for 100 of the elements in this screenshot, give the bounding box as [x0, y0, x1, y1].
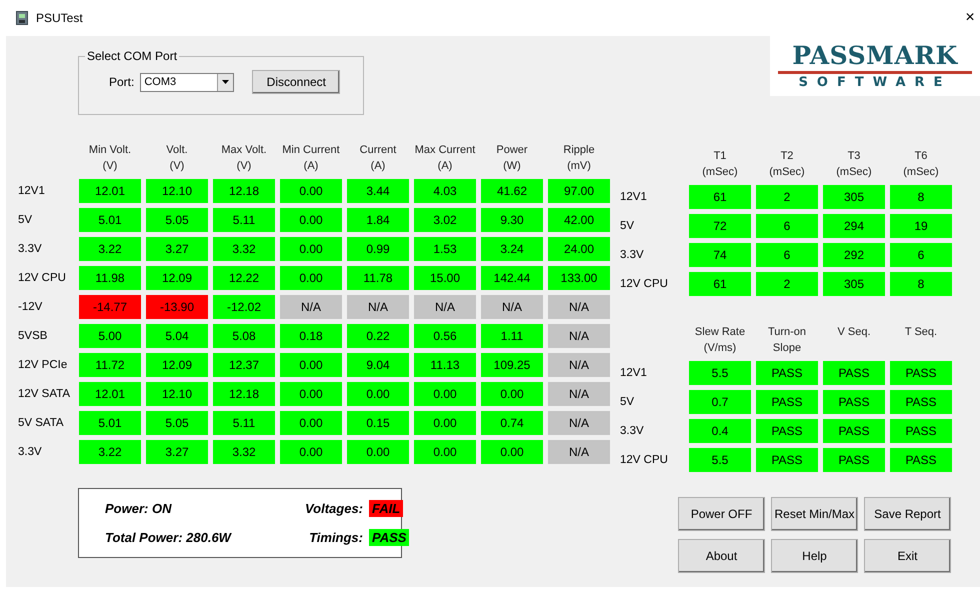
- timing-cell: 6: [890, 243, 952, 267]
- action-button[interactable]: Power OFF: [678, 497, 765, 531]
- timing-cell: 6: [756, 243, 818, 267]
- row-label: 3.3V: [18, 446, 43, 458]
- column-header: T6 (mSec): [903, 149, 939, 180]
- column-header: Current (A): [360, 143, 396, 174]
- reading-cell: 3.32: [213, 440, 275, 464]
- reading-cell: 12.01: [79, 179, 141, 203]
- reading-cell: 9.04: [347, 353, 409, 377]
- reading-cell: 142.44: [481, 266, 543, 290]
- port-label: Port:: [109, 75, 134, 89]
- sequence-cell: PASS: [890, 390, 952, 414]
- sequence-cell: PASS: [823, 448, 885, 472]
- reading-cell: 0.00: [414, 411, 476, 435]
- reading-cell: 11.98: [79, 266, 141, 290]
- reading-cell: 1.11: [481, 324, 543, 348]
- sequence-cell: PASS: [756, 361, 818, 385]
- reading-cell: 0.00: [280, 179, 342, 203]
- dropdown-arrow-icon: [222, 80, 230, 84]
- reading-cell: 3.27: [146, 237, 208, 261]
- action-button[interactable]: Help: [771, 539, 858, 573]
- row-label: 12V1: [620, 191, 648, 203]
- reading-cell: N/A: [280, 295, 342, 319]
- reading-cell: 3.02: [414, 208, 476, 232]
- action-button[interactable]: Exit: [864, 539, 951, 573]
- timing-cell: 294: [823, 214, 885, 238]
- port-dropdown[interactable]: COM3: [140, 72, 234, 92]
- timing-cell: 72: [689, 214, 751, 238]
- timing-cell: 6: [756, 214, 818, 238]
- timing-cell: 8: [890, 185, 952, 209]
- row-label: 5VSB: [18, 330, 48, 342]
- action-button[interactable]: Reset Min/Max: [771, 497, 858, 531]
- column-header: Volt. (V): [166, 143, 188, 174]
- reading-cell: 12.09: [146, 353, 208, 377]
- close-button[interactable]: ×: [960, 9, 980, 27]
- reading-cell: -14.77: [79, 295, 141, 319]
- reading-cell: 5.04: [146, 324, 208, 348]
- reading-cell: 0.15: [347, 411, 409, 435]
- reading-cell: 5.11: [213, 208, 275, 232]
- reading-cell: 1.53: [414, 237, 476, 261]
- group-title: Select COM Port: [86, 49, 178, 63]
- row-label: 3.3V: [620, 249, 645, 261]
- reading-cell: N/A: [548, 440, 610, 464]
- reading-cell: 97.00: [548, 179, 610, 203]
- action-button[interactable]: About: [678, 539, 765, 573]
- reading-cell: 12.22: [213, 266, 275, 290]
- reading-cell: N/A: [548, 411, 610, 435]
- reading-cell: 3.22: [79, 440, 141, 464]
- reading-cell: 0.18: [280, 324, 342, 348]
- reading-cell: 5.08: [213, 324, 275, 348]
- action-button[interactable]: Save Report: [864, 497, 951, 531]
- reading-cell: 11.78: [347, 266, 409, 290]
- reading-cell: 4.03: [414, 179, 476, 203]
- reading-cell: 0.00: [280, 382, 342, 406]
- row-label: 12V CPU: [620, 278, 669, 290]
- row-label: -12V: [18, 301, 44, 313]
- sequence-cell: PASS: [756, 390, 818, 414]
- reading-cell: N/A: [347, 295, 409, 319]
- reading-cell: 24.00: [548, 237, 610, 261]
- timing-cell: 2: [756, 272, 818, 296]
- timing-cell: 2: [756, 185, 818, 209]
- reading-cell: 0.00: [414, 440, 476, 464]
- reading-cell: 42.00: [548, 208, 610, 232]
- row-label: 5V SATA: [18, 417, 65, 429]
- reading-cell: 12.37: [213, 353, 275, 377]
- reading-cell: 0.00: [280, 266, 342, 290]
- reading-cell: 0.00: [481, 440, 543, 464]
- row-label: 12V PCIe: [18, 359, 68, 371]
- timings-label: Timings:: [308, 530, 364, 545]
- column-header: Max Volt. (V): [221, 143, 267, 174]
- reading-cell: 0.00: [481, 382, 543, 406]
- reading-cell: N/A: [548, 353, 610, 377]
- sequence-cell: PASS: [823, 361, 885, 385]
- sequence-cell: PASS: [890, 448, 952, 472]
- row-label: 12V CPU: [620, 454, 669, 466]
- column-header: Power (W): [496, 143, 528, 174]
- column-header: T1 (mSec): [702, 149, 738, 180]
- sequence-cell: 0.4: [689, 419, 751, 443]
- row-label: 5V: [620, 396, 636, 408]
- column-header: Turn-on Slope: [768, 325, 806, 356]
- reading-cell: 12.10: [146, 382, 208, 406]
- reading-cell: 12.10: [146, 179, 208, 203]
- reading-cell: 5.05: [146, 411, 208, 435]
- reading-cell: 1.84: [347, 208, 409, 232]
- reading-cell: 15.00: [414, 266, 476, 290]
- disconnect-button[interactable]: Disconnect: [252, 70, 340, 94]
- timing-cell: 61: [689, 272, 751, 296]
- sequence-cell: 5.5: [689, 448, 751, 472]
- column-header: Slew Rate (V/ms): [694, 325, 746, 356]
- sequence-cell: PASS: [756, 448, 818, 472]
- reading-cell: 5.05: [146, 208, 208, 232]
- reading-cell: 133.00: [548, 266, 610, 290]
- reading-cell: 41.62: [481, 179, 543, 203]
- reading-cell: 0.00: [280, 237, 342, 261]
- reading-cell: 0.00: [280, 208, 342, 232]
- timing-cell: 305: [823, 272, 885, 296]
- sequence-cell: PASS: [756, 419, 818, 443]
- reading-cell: 0.99: [347, 237, 409, 261]
- reading-cell: 11.72: [79, 353, 141, 377]
- column-header: V Seq.: [837, 325, 871, 340]
